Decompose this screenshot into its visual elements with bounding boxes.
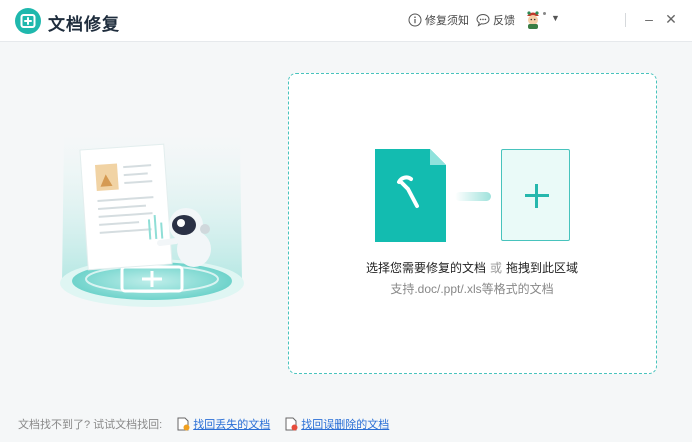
account-dropdown-caret-icon[interactable]: ▼ [551,13,560,23]
user-avatar-icon[interactable] [524,9,542,29]
repair-notes-link[interactable]: 修复须知 [408,12,469,28]
chat-bubble-icon [476,13,490,27]
find-deleted-documents-link[interactable]: 找回误删除的文档 [285,416,389,432]
titlebar-divider [625,13,626,27]
add-file-button[interactable] [501,149,570,241]
feedback-link[interactable]: 反馈 [476,12,515,28]
footer-hint: 文档找不到了? 试试文档找回: [18,419,163,431]
drop-instructions: 选择您需要修复的文档或拖拽到此区域 [289,259,655,276]
deleted-document-icon [285,417,298,431]
info-icon [408,13,422,27]
select-file-text: 选择您需要修复的文档 [365,261,486,275]
wrench-document-icon [375,149,446,242]
close-button[interactable]: ✕ [662,10,680,28]
file-drop-zone[interactable]: 选择您需要修复的文档或拖拽到此区域 支持.doc/.ppt/.xls等格式的文档 [288,73,657,374]
repair-notes-label: 修复须知 [425,15,469,27]
connector-bar [455,192,491,201]
status-dot [543,12,546,15]
find-lost-documents-link[interactable]: 找回丢失的文档 [177,416,270,432]
recovery-footer: 文档找不到了? 试试文档找回: 找回丢失的文档 找回误删除的文档 [18,417,389,431]
minimize-button[interactable]: – [640,10,658,28]
title-bar: 文档修复 修复须知 反馈 ▼ – ✕ [0,0,692,42]
drag-here-text: 拖拽到此区域 [506,261,579,275]
supported-formats-text: 支持.doc/.ppt/.xls等格式的文档 [390,282,554,296]
lost-document-icon [177,417,190,431]
document-repair-illustration [60,135,244,307]
find-deleted-documents-label: 找回误删除的文档 [301,419,390,431]
feedback-label: 反馈 [493,15,515,27]
app-logo-icon [15,8,41,34]
find-lost-documents-label: 找回丢失的文档 [193,419,271,431]
or-text: 或 [489,261,502,275]
app-title: 文档修复 [48,15,120,34]
